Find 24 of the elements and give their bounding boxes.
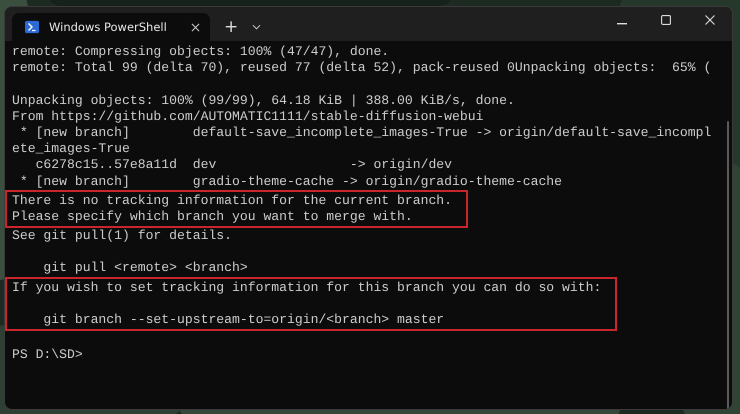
terminal-line: remote: Total 99 (delta 70), reused 77 (delta 52), pack-reused 0Unpacking objects: 65% ( bbox=[12, 60, 712, 76]
terminal-tab[interactable]: Windows PowerShell bbox=[12, 13, 210, 41]
terminal-line: ete_images-True bbox=[12, 141, 130, 156]
terminal-line: git pull <remote> <branch> bbox=[42, 260, 248, 276]
caret-icon[interactable] bbox=[252, 24, 262, 30]
terminal-line: Unpacking objects: 100% (99/99), 64.18 KiB | 388.00 KiB/s, done. bbox=[12, 92, 515, 108]
terminal-line: * [new branch] default-save_incomplete_images-True -> origin/default-save_incompl bbox=[18, 124, 712, 140]
scrollbar[interactable] bbox=[727, 121, 729, 409]
terminal-line: PS D:\SD> bbox=[12, 347, 83, 362]
close-icon[interactable] bbox=[191, 22, 200, 32]
terminal-line: Please specify which branch you want to merge with. bbox=[12, 208, 413, 224]
powershell-icon bbox=[25, 20, 39, 34]
terminal-line: git branch --set-upstream-to=origin/<branch> master bbox=[42, 312, 444, 327]
close-icon[interactable] bbox=[705, 15, 715, 25]
terminal-line: See git pull(1) for details. bbox=[12, 228, 232, 244]
terminal-line: remote: Compressing objects: 100% (47/47), done. bbox=[12, 44, 390, 59]
terminal-line: From https://github.com/AUTOMATIC1111/stable-diffusion-webui bbox=[12, 108, 484, 124]
minimize-icon[interactable] bbox=[617, 23, 627, 25]
terminal-line: * [new branch] gradio-theme-cache -> origin/gradio-theme-cache bbox=[18, 174, 562, 188]
new-tab-button[interactable]: + bbox=[216, 13, 246, 41]
terminal-line: There is no tracking information for the current branch. bbox=[12, 192, 452, 208]
terminal-line: If you wish to set tracking information for this branch you can do so with: bbox=[12, 280, 602, 295]
maximize-icon[interactable] bbox=[661, 15, 671, 25]
terminal-line: c6278c15..57e8a11d dev -> origin/dev bbox=[34, 157, 452, 172]
